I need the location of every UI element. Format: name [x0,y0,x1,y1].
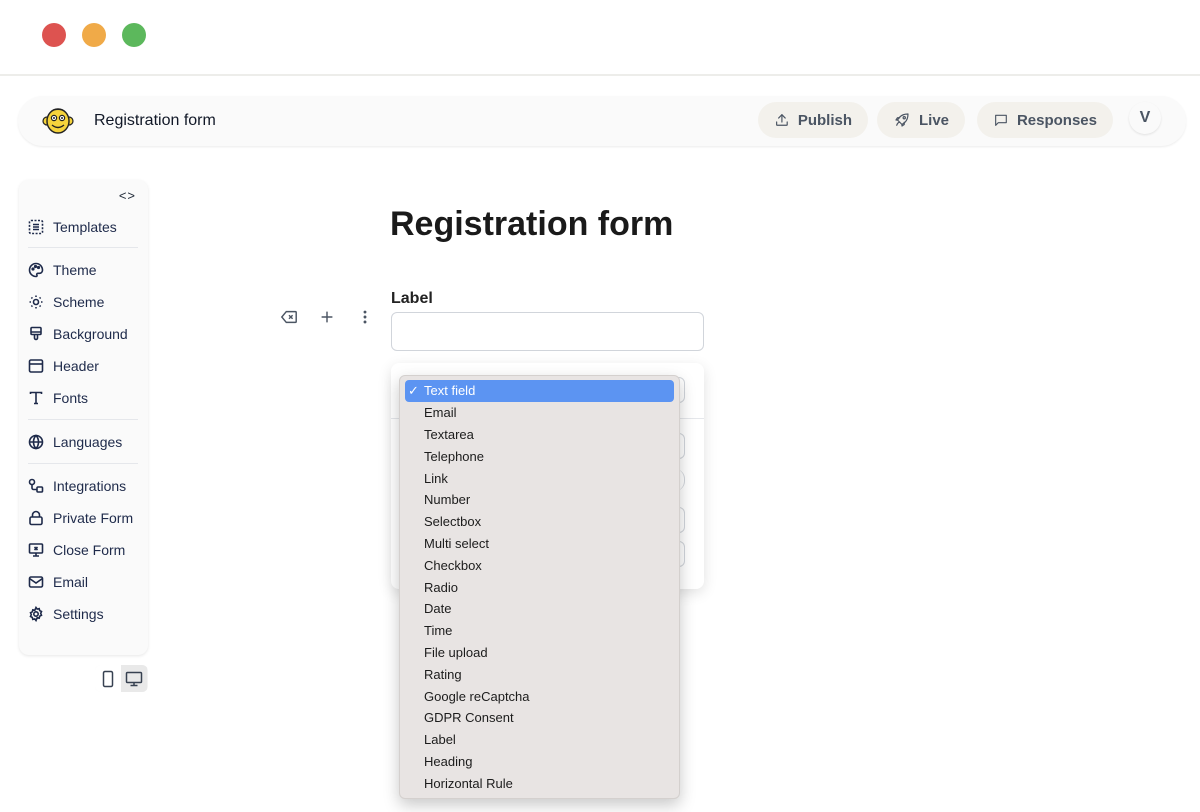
sidebar-item-label: Background [53,326,128,342]
dropdown-option[interactable]: Number [405,489,674,511]
sidebar-item-label: Templates [53,219,117,235]
sidebar-item-languages[interactable]: Languages [28,431,122,453]
label-text-input[interactable] [391,312,704,351]
sidebar-item-fonts[interactable]: Fonts [28,387,88,409]
responses-label: Responses [1016,111,1097,129]
sidebar-divider [28,463,138,464]
dropdown-option[interactable]: Textarea [405,424,674,446]
dropdown-option-text-field[interactable]: ✓ Text field [405,380,674,402]
live-label: Live [918,111,949,129]
sidebar-item-label: Email [53,574,89,590]
dropdown-option[interactable]: Checkbox [405,554,674,576]
dropdown-option[interactable]: Rating [405,663,674,685]
window-titlebar [0,0,1200,76]
globe-icon [28,434,44,450]
dropdown-option[interactable]: Horizontal Rule [405,772,674,794]
monitor-x-icon [28,543,44,557]
publish-label: Publish [797,111,852,129]
type-icon [29,391,43,405]
sidebar-item-email[interactable]: Email [28,571,88,593]
window-maximize-button[interactable] [122,23,146,47]
integrations-icon [28,478,44,493]
sidebar-item-templates[interactable]: Templates [28,216,117,238]
window-minimize-button[interactable] [82,23,106,47]
dropdown-option[interactable]: Label [405,729,674,751]
window-close-button[interactable] [42,23,66,47]
dropdown-option[interactable]: Link [405,467,674,489]
sidebar-item-scheme[interactable]: Scheme [28,291,104,313]
desktop-view-button[interactable] [121,665,147,692]
form-name[interactable]: Registration form [94,112,216,130]
sidebar-item-label: Fonts [53,390,89,406]
device-toggle [95,665,148,692]
sidebar-item-header[interactable]: Header [28,355,99,377]
delete-field-button[interactable] [270,306,308,328]
sidebar-item-settings[interactable]: Settings [28,603,104,625]
dropdown-option[interactable]: Selectbox [405,511,674,533]
delete-icon [280,310,297,324]
paintbrush-icon [30,326,42,341]
sidebar-item-integrations[interactable]: Integrations [28,475,126,497]
templates-icon [28,219,44,235]
app-header: Registration form Publish Live Responses… [18,96,1186,146]
dropdown-option[interactable]: File upload [405,642,674,664]
sidebar-divider [28,419,138,420]
gear-icon [29,606,43,622]
sun-icon [29,295,43,309]
more-vertical-icon [363,310,367,324]
palette-icon [28,262,44,278]
form-title[interactable]: Registration form [390,205,673,244]
sidebar-item-label: Settings [53,606,104,622]
sidebar-item-label: Header [53,358,99,374]
dropdown-option[interactable]: Date [405,598,674,620]
message-square-icon [995,114,1007,126]
dropdown-option[interactable]: Email [405,402,674,424]
sidebar-item-label: Private Form [53,510,134,526]
sidebar-item-label: Integrations [53,478,127,494]
sidebar: <> Templates Theme Scheme Background Hea… [19,180,148,655]
collapse-sidebar-button[interactable]: <> [119,188,136,203]
sidebar-item-background[interactable]: Background [28,323,128,345]
mail-icon [28,576,44,588]
dropdown-option[interactable]: GDPR Consent [405,707,674,729]
monkey-logo-icon[interactable] [42,105,74,137]
sidebar-item-theme[interactable]: Theme [28,259,97,281]
sidebar-item-label: Close Form [53,542,126,558]
smartphone-icon [102,670,114,687]
monitor-icon [125,671,143,686]
dropdown-option[interactable]: Google reCaptcha [405,685,674,707]
sidebar-item-private-form[interactable]: Private Form [28,507,133,529]
upload-icon [776,114,788,126]
dropdown-option[interactable]: Time [405,620,674,642]
add-field-button[interactable] [308,306,346,328]
sidebar-item-close-form[interactable]: Close Form [28,539,125,561]
dropdown-option[interactable]: Telephone [405,445,674,467]
rocket-icon [895,113,909,127]
publish-button[interactable]: Publish [758,102,868,138]
mobile-view-button[interactable] [95,665,121,692]
option-label: Text field [424,383,476,399]
sidebar-divider [28,247,138,248]
dropdown-option[interactable]: Radio [405,576,674,598]
user-avatar[interactable]: V [1129,102,1161,134]
live-button[interactable]: Live [877,102,965,138]
layout-header-icon [28,359,44,373]
lock-icon [29,510,43,526]
sidebar-item-label: Languages [53,434,123,450]
sidebar-item-label: Scheme [53,294,105,310]
field-type-dropdown: ✓ Text field Email Textarea Telephone Lin… [399,375,680,799]
field-label: Label [391,290,433,307]
field-toolbar [270,306,384,328]
responses-button[interactable]: Responses [977,102,1113,138]
field-options-button[interactable] [346,306,384,328]
checkmark-icon: ✓ [408,382,419,398]
dropdown-option[interactable]: Multi select [405,533,674,555]
add-icon [321,311,333,323]
dropdown-option[interactable]: Heading [405,751,674,773]
sidebar-item-label: Theme [53,262,97,278]
